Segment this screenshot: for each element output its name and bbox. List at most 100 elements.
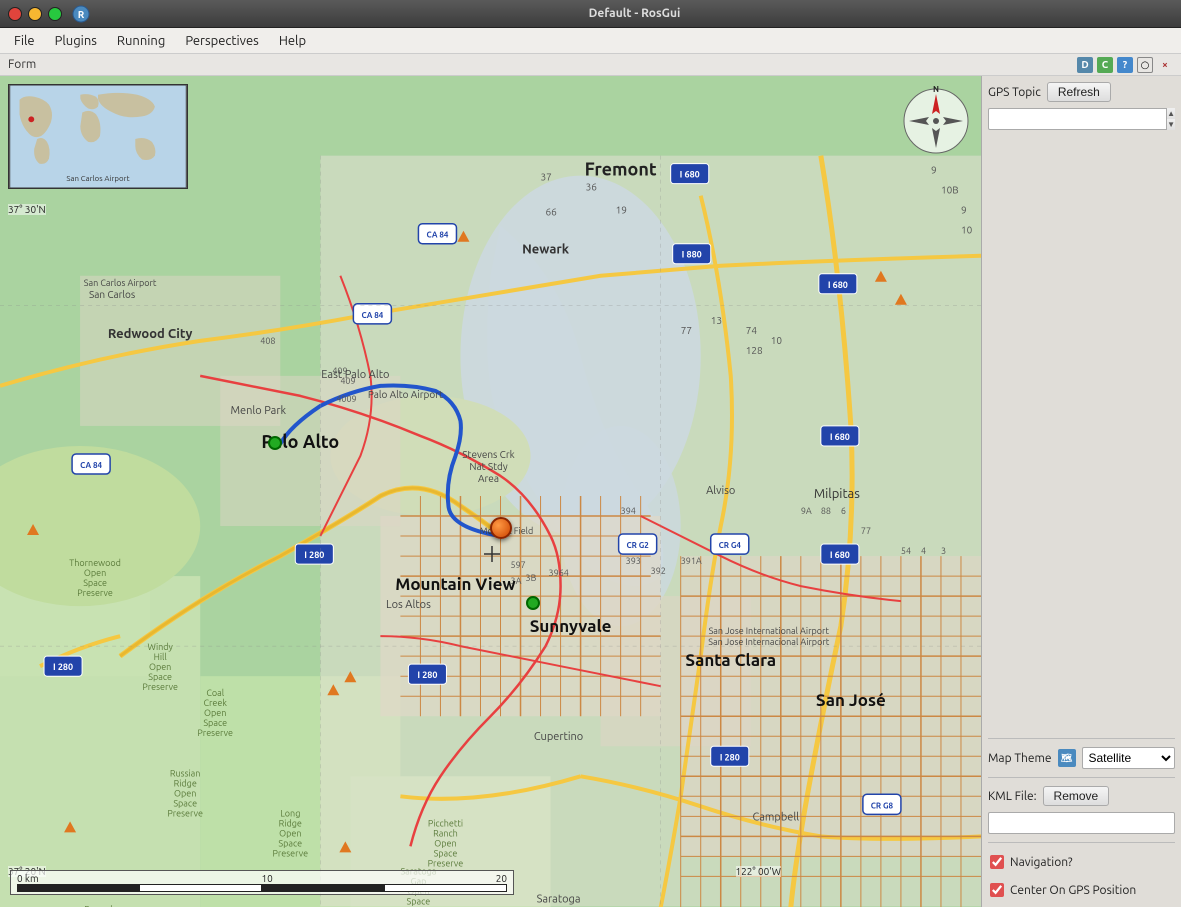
svg-text:R: R [78, 9, 85, 20]
svg-text:13: 13 [711, 315, 722, 326]
menu-perspectives[interactable]: Perspectives [175, 32, 268, 50]
svg-text:Open: Open [434, 838, 456, 848]
gps-position-marker [490, 517, 512, 539]
map-theme-icon: 🗺 [1058, 749, 1076, 767]
titlebar: R Default - RosGui [0, 0, 1181, 28]
compass-rose: N [901, 86, 971, 156]
svg-text:San Carlos Airport: San Carlos Airport [84, 278, 157, 288]
window-title: Default - RosGui [96, 7, 1173, 20]
center-gps-checkbox[interactable] [990, 883, 1004, 897]
svg-text:128: 128 [746, 345, 763, 356]
minimap-world-svg: San Carlos Airport [9, 85, 187, 188]
menu-running[interactable]: Running [107, 32, 175, 50]
remove-button[interactable]: Remove [1043, 786, 1110, 806]
menu-help[interactable]: Help [269, 32, 316, 50]
svg-text:CR G4: CR G4 [719, 541, 742, 550]
gps-topic-input[interactable] [988, 108, 1175, 130]
svg-text:Thornewood: Thornewood [69, 558, 121, 568]
maximize-button[interactable] [48, 7, 62, 21]
svg-text:19: 19 [616, 205, 627, 216]
svg-text:Ridge: Ridge [174, 778, 197, 788]
refresh-button[interactable]: Refresh [1047, 82, 1111, 102]
svg-text:Santa Clara: Santa Clara [685, 651, 776, 670]
route-end-marker [526, 596, 540, 610]
svg-text:Area: Area [478, 473, 499, 484]
svg-text:392: 392 [651, 566, 666, 576]
svg-text:Milpitas: Milpitas [814, 487, 860, 501]
svg-text:Mountain View: Mountain View [395, 575, 516, 594]
svg-text:Open: Open [279, 828, 301, 838]
svg-text:Los Altos: Los Altos [386, 599, 431, 611]
svg-text:Space: Space [407, 896, 431, 906]
minimize-button[interactable] [28, 7, 42, 21]
svg-text:Preserve: Preserve [77, 588, 113, 598]
separator-2 [988, 777, 1175, 778]
map-container[interactable]: I 280 I 280 I 280 I 680 I 680 I 680 I 68… [0, 76, 981, 907]
scale-bar: 0 km 10 20 [10, 870, 514, 895]
svg-text:Open: Open [174, 788, 196, 798]
svg-text:Space: Space [83, 578, 107, 588]
circle-icon[interactable]: ○ [1137, 57, 1153, 73]
close-button[interactable] [8, 7, 22, 21]
svg-text:Russian: Russian [170, 768, 201, 778]
menu-plugins[interactable]: Plugins [45, 32, 107, 50]
svg-text:Open: Open [149, 662, 171, 672]
gps-topic-input-wrap: ▲ ▼ [988, 108, 1175, 730]
spinner-down[interactable]: ▼ [1167, 119, 1175, 130]
svg-text:Preserve: Preserve [142, 682, 178, 692]
navigation-label: Navigation? [1010, 856, 1073, 869]
kml-file-input[interactable] [988, 812, 1175, 834]
navigation-row: Navigation? [988, 851, 1175, 873]
svg-text:Newark: Newark [522, 243, 570, 257]
svg-text:391A: 391A [681, 556, 702, 566]
svg-text:CR G8: CR G8 [871, 801, 894, 810]
compass-svg: N [901, 86, 971, 156]
map-theme-label: Map Theme [988, 752, 1052, 765]
svg-text:Open: Open [204, 708, 226, 718]
spinner-arrows: ▲ ▼ [1166, 108, 1175, 130]
svg-text:393: 393 [626, 556, 641, 566]
svg-text:Coal: Coal [206, 688, 224, 698]
svg-text:Picchetti: Picchetti [428, 818, 463, 828]
spinner-up[interactable]: ▲ [1167, 108, 1175, 119]
svg-text:I 680: I 680 [680, 170, 700, 180]
svg-text:9: 9 [931, 165, 937, 176]
svg-text:CA 84: CA 84 [427, 231, 449, 240]
svg-text:3: 3 [941, 546, 946, 556]
svg-text:66: 66 [546, 207, 558, 218]
svg-text:Stevens Crk: Stevens Crk [462, 449, 514, 460]
svg-text:10: 10 [961, 225, 973, 236]
svg-text:Open: Open [84, 568, 106, 578]
d-icon[interactable]: D [1077, 57, 1093, 73]
menu-file[interactable]: File [4, 32, 45, 50]
route-start-marker [268, 436, 282, 450]
svg-text:597: 597 [511, 560, 526, 570]
gps-topic-row: GPS Topic Refresh [988, 82, 1175, 102]
svg-text:Hill: Hill [154, 652, 168, 662]
svg-text:East Palo Alto: East Palo Alto [321, 369, 389, 381]
center-gps-label: Center On GPS Position [1010, 884, 1136, 897]
map-background: I 280 I 280 I 280 I 680 I 680 I 680 I 68… [0, 76, 981, 907]
svg-text:CR G2: CR G2 [626, 541, 649, 550]
right-panel: GPS Topic Refresh ▲ ▼ Map Theme 🗺 Satell… [981, 76, 1181, 907]
kml-file-label: KML File: [988, 790, 1037, 803]
navigation-checkbox[interactable] [990, 855, 1004, 869]
separator-1 [988, 738, 1175, 739]
c-icon[interactable]: C [1097, 57, 1113, 73]
svg-text:Saratoga: Saratoga [537, 893, 581, 905]
svg-text:Redwood City: Redwood City [108, 327, 193, 341]
svg-text:San José: San José [816, 691, 886, 710]
svg-text:54: 54 [901, 546, 911, 556]
svg-text:Sunnyvale: Sunnyvale [530, 617, 612, 636]
svg-text:77: 77 [681, 325, 692, 336]
svg-text:Preserve: Preserve [273, 848, 309, 858]
svg-text:77: 77 [861, 526, 871, 536]
map-theme-select[interactable]: Satellite Road Terrain Hybrid [1082, 747, 1176, 769]
svg-text:10: 10 [771, 335, 783, 346]
svg-text:Cupertino: Cupertino [534, 731, 583, 743]
separator-3 [988, 842, 1175, 843]
formbar: Form D C ? ○ × [0, 54, 1181, 76]
help-icon[interactable]: ? [1117, 57, 1133, 73]
close-icon[interactable]: × [1157, 57, 1173, 73]
svg-text:Space: Space [434, 848, 458, 858]
